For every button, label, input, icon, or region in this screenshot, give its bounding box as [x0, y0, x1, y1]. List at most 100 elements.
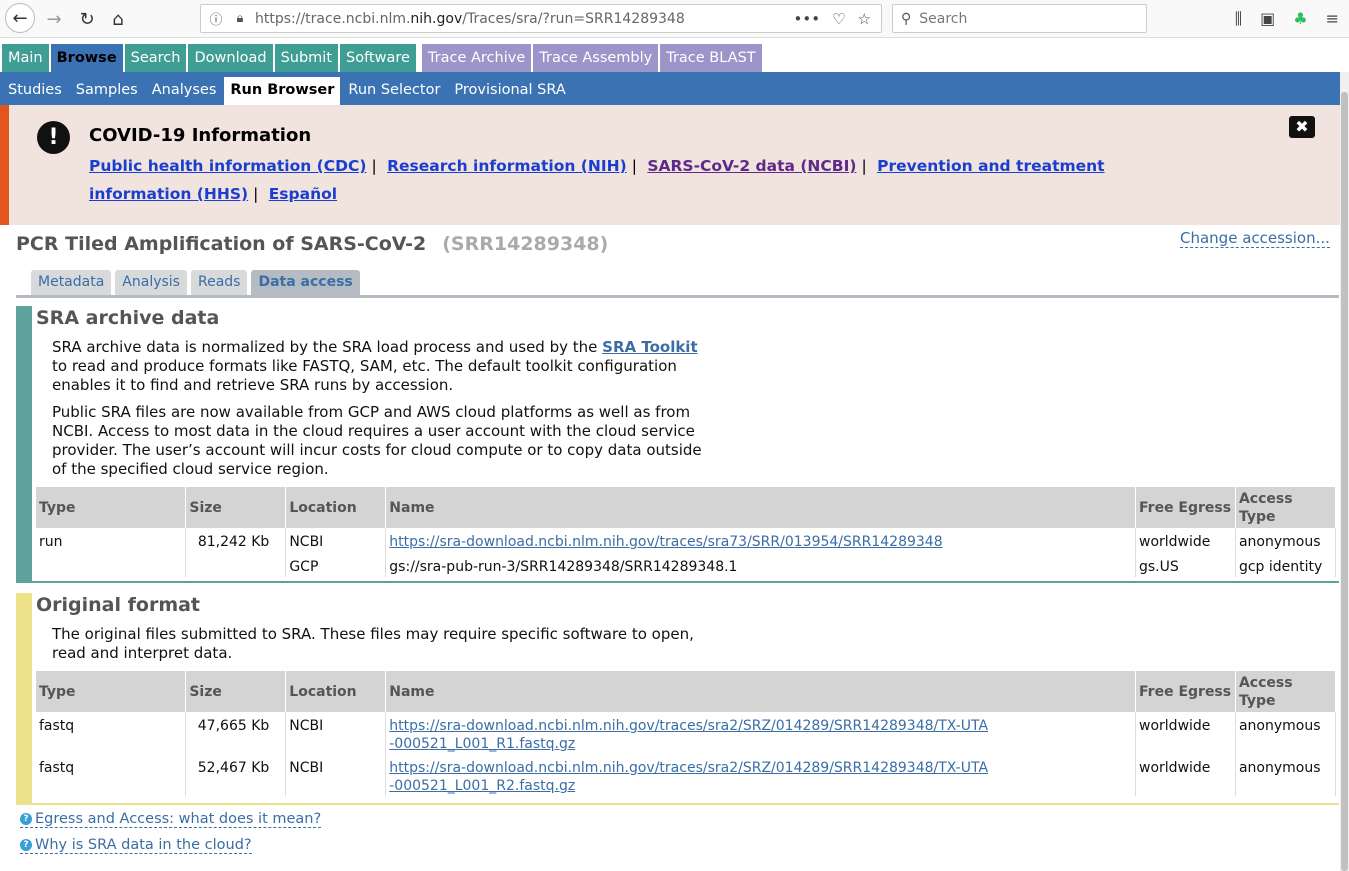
original-description: The original files submitted to SRA. The…: [52, 625, 694, 662]
separator: |: [371, 157, 377, 175]
sra-description: SRA archive data is normalized by the SR…: [52, 338, 698, 394]
url-text[interactable]: https://trace.ncbi.nlm.nih.gov/Traces/sr…: [255, 11, 794, 27]
download-link[interactable]: https://sra-download.ncbi.nlm.nih.gov/tr…: [389, 759, 989, 795]
table-row: run 81,242 Kb NCBI https://sra-download.…: [36, 528, 1337, 552]
scrollbar-thumb[interactable]: [1341, 92, 1348, 871]
nav-tab-trace-archive[interactable]: Trace Archive: [421, 44, 532, 72]
nav-tab-trace-blast[interactable]: Trace BLAST: [660, 44, 762, 72]
download-link[interactable]: https://sra-download.ncbi.nlm.nih.gov/tr…: [389, 717, 989, 753]
cell-access: anonymous: [1235, 712, 1337, 754]
nav-tab-submit[interactable]: Submit: [274, 44, 338, 72]
original-files-table: Type Size Location Name Free Egress Acce…: [36, 671, 1337, 796]
nav-tab-trace-assembly[interactable]: Trace Assembly: [533, 44, 659, 72]
question-icon: ?: [20, 839, 32, 851]
col-name: Name: [385, 671, 1137, 712]
tabs-divider: [16, 295, 1339, 298]
cell-access: gcp identity: [1235, 552, 1337, 577]
sidebar-icon[interactable]: ▣: [1260, 9, 1275, 29]
library-icon[interactable]: ⫼: [1235, 9, 1242, 29]
cell-egress: worldwide: [1135, 754, 1236, 796]
link-nih[interactable]: Research information (NIH): [387, 157, 627, 175]
table-row: fastq 47,665 Kb NCBI https://sra-downloa…: [36, 712, 1337, 754]
tab-metadata[interactable]: Metadata: [31, 270, 112, 296]
cell-name: https://sra-download.ncbi.nlm.nih.gov/tr…: [385, 528, 1136, 552]
col-type: Type: [36, 487, 187, 528]
section-divider: [32, 803, 1339, 805]
covid-links: Public health information (CDC) | Researc…: [89, 152, 1199, 208]
evernote-icon[interactable]: ♣: [1293, 9, 1307, 29]
page-title: PCR Tiled Amplification of SARS-CoV-2 (SR…: [16, 233, 608, 255]
nav-tab-software[interactable]: Software: [340, 44, 416, 72]
page-actions-icon[interactable]: •••: [794, 10, 821, 28]
nav-tab-main[interactable]: Main: [2, 44, 49, 72]
search-placeholder: Search: [919, 10, 968, 27]
back-arrow-icon[interactable]: ←: [5, 3, 35, 33]
table-row: fastq 52,467 Kb NCBI https://sra-downloa…: [36, 754, 1337, 796]
tab-reads[interactable]: Reads: [190, 270, 248, 296]
forward-arrow-icon[interactable]: →: [39, 4, 69, 34]
reload-icon[interactable]: ↻: [72, 4, 102, 34]
tab-analysis[interactable]: Analysis: [115, 270, 187, 296]
subnav-run-selector[interactable]: Run Selector: [342, 77, 446, 105]
bookmark-star-icon[interactable]: ☆: [858, 10, 871, 28]
nav-tab-download[interactable]: Download: [188, 44, 273, 72]
subnav-run-browser[interactable]: Run Browser: [224, 77, 341, 105]
separator: |: [861, 157, 867, 175]
lock-icon: 🔒︎: [236, 11, 244, 26]
question-icon: ?: [20, 813, 32, 825]
tab-data-access[interactable]: Data access: [251, 270, 360, 296]
browser-toolbar: ← → ↻ ⌂ ⓘ 🔒︎ https://trace.ncbi.nlm.nih.…: [0, 0, 1349, 38]
cell-type: run: [36, 528, 187, 552]
subnav-studies[interactable]: Studies: [2, 77, 68, 105]
cell-egress: worldwide: [1135, 712, 1236, 754]
info-icon[interactable]: ⓘ: [207, 9, 225, 28]
col-free-egress: Free Egress: [1135, 671, 1236, 712]
cell-size: 52,467 Kb: [185, 754, 287, 796]
section-title: SRA archive data: [36, 307, 220, 329]
cell-size: 81,242 Kb: [185, 528, 287, 552]
table-row: GCP gs://sra-pub-run-3/SRR14289348/SRR14…: [36, 552, 1337, 577]
cloud-description: Public SRA files are now available from …: [52, 403, 702, 478]
change-accession-link[interactable]: Change accession...: [1180, 229, 1330, 248]
nav-tab-browse[interactable]: Browse: [50, 44, 123, 72]
browse-sub-nav: Studies Samples Analyses Run Browser Run…: [0, 72, 1340, 105]
separator: |: [253, 185, 259, 203]
nav-tab-search[interactable]: Search: [124, 44, 187, 72]
download-link[interactable]: https://sra-download.ncbi.nlm.nih.gov/tr…: [389, 534, 942, 550]
search-input[interactable]: ⚲ Search: [892, 4, 1147, 33]
sra-toolkit-link[interactable]: SRA Toolkit: [602, 338, 697, 356]
subnav-provisional-sra[interactable]: Provisional SRA: [448, 77, 571, 105]
original-format-section: Original format The original files submi…: [16, 593, 1339, 805]
cell-access: anonymous: [1235, 528, 1337, 552]
pocket-icon[interactable]: ♡: [832, 10, 845, 28]
sra-files-table: Type Size Location Name Free Egress Acce…: [36, 487, 1337, 577]
section-bar: [16, 306, 32, 583]
link-espanol[interactable]: Español: [269, 185, 337, 203]
home-icon[interactable]: ⌂: [103, 4, 133, 34]
cell-name: gs://sra-pub-run-3/SRR14289348/SRR142893…: [385, 552, 1136, 577]
link-ncbi[interactable]: SARS-CoV-2 data (NCBI): [647, 157, 856, 175]
cell-size: [185, 552, 287, 577]
egress-help-link[interactable]: ? Egress and Access: what does it mean?: [20, 811, 322, 828]
cell-location: NCBI: [285, 754, 387, 796]
cell-location: NCBI: [285, 712, 387, 754]
subnav-analyses[interactable]: Analyses: [146, 77, 223, 105]
col-size: Size: [185, 487, 287, 528]
section-divider: [32, 581, 1339, 583]
close-icon[interactable]: ✖: [1289, 116, 1315, 138]
subnav-samples[interactable]: Samples: [70, 77, 144, 105]
col-type: Type: [36, 671, 187, 712]
menu-icon[interactable]: ≡: [1326, 9, 1339, 29]
col-name: Name: [385, 487, 1136, 528]
cell-egress: worldwide: [1135, 528, 1236, 552]
cell-name: https://sra-download.ncbi.nlm.nih.gov/tr…: [385, 754, 1137, 796]
col-location: Location: [285, 671, 387, 712]
run-title-text: PCR Tiled Amplification of SARS-CoV-2: [16, 233, 427, 255]
link-cdc[interactable]: Public health information (CDC): [89, 157, 366, 175]
cell-type: fastq: [36, 712, 187, 754]
scrollbar[interactable]: [1340, 72, 1349, 871]
section-bar: [16, 593, 32, 805]
address-bar[interactable]: ⓘ 🔒︎ https://trace.ncbi.nlm.nih.gov/Trac…: [200, 4, 882, 33]
cell-type: [36, 552, 187, 577]
cloud-help-link[interactable]: ? Why is SRA data in the cloud?: [20, 837, 252, 854]
